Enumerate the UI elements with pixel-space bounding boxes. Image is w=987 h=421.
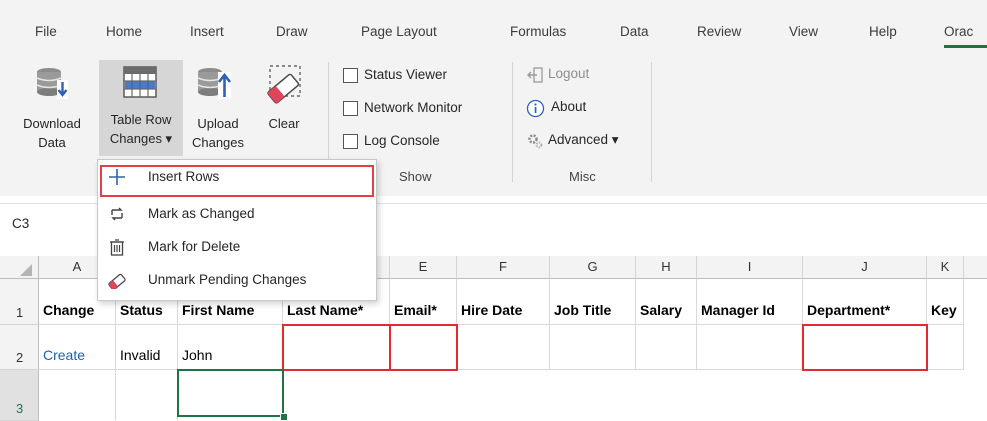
tab-help[interactable]: Help bbox=[869, 24, 897, 39]
tab-page-layout[interactable]: Page Layout bbox=[361, 24, 437, 39]
row-number: 2 bbox=[16, 350, 24, 365]
log-console-label: Log Console bbox=[364, 133, 440, 148]
row-header-1[interactable]: 1 bbox=[0, 279, 39, 325]
about-label: About bbox=[551, 99, 587, 114]
table-header-cell[interactable]: Department* bbox=[803, 279, 927, 325]
menu-item-mark-for-delete[interactable]: Mark for Delete bbox=[98, 232, 376, 262]
menu-item-insert-rows[interactable]: Insert Rows bbox=[98, 162, 376, 197]
logout-icon bbox=[527, 67, 543, 83]
table-row-label-2: Changes ▾ bbox=[109, 131, 173, 146]
tab-formulas[interactable]: Formulas bbox=[510, 24, 566, 39]
menu-item-label: Mark for Delete bbox=[148, 239, 241, 254]
change-cell[interactable]: Create bbox=[39, 325, 116, 370]
table-header-cell[interactable]: Salary bbox=[636, 279, 697, 325]
database-download-icon bbox=[36, 68, 68, 99]
tab-home[interactable]: Home bbox=[106, 24, 142, 39]
column-header-f[interactable]: F bbox=[457, 256, 550, 279]
first-name-cell[interactable]: John bbox=[178, 325, 283, 370]
logout-label: Logout bbox=[548, 66, 590, 81]
menu-item-label: Mark as Changed bbox=[148, 206, 255, 221]
hire-date-cell[interactable] bbox=[457, 325, 550, 370]
invalid-cell-highlight bbox=[802, 324, 928, 371]
eraser-icon bbox=[108, 273, 126, 289]
name-box[interactable]: C3 bbox=[12, 216, 29, 231]
column-header-k[interactable]: K bbox=[927, 256, 964, 279]
database-upload-icon bbox=[197, 68, 232, 99]
corner-triangle-icon bbox=[20, 264, 32, 276]
table-header-cell[interactable]: Email* bbox=[390, 279, 457, 325]
tab-review[interactable]: Review bbox=[697, 24, 741, 39]
upload-changes-button[interactable]: Upload Changes bbox=[186, 62, 250, 156]
download-label-1: Download bbox=[23, 116, 81, 131]
network-monitor-label: Network Monitor bbox=[364, 100, 463, 115]
grid-cell[interactable] bbox=[39, 370, 116, 420]
log-console-checkbox[interactable] bbox=[343, 134, 358, 149]
column-header-l[interactable] bbox=[964, 256, 987, 279]
table-header-cell[interactable]: Hire Date bbox=[457, 279, 550, 325]
active-tab-indicator bbox=[944, 45, 987, 48]
column-header-e[interactable]: E bbox=[390, 256, 457, 279]
table-rows-icon bbox=[123, 66, 157, 98]
row-number: 1 bbox=[16, 305, 24, 320]
logout-button[interactable]: Logout bbox=[526, 64, 626, 86]
menu-focus-highlight bbox=[100, 165, 374, 197]
row-number: 3 bbox=[16, 401, 24, 416]
tab-oracle[interactable]: Orac bbox=[944, 24, 973, 39]
column-header-j[interactable]: J bbox=[803, 256, 927, 279]
salary-cell[interactable] bbox=[636, 325, 697, 370]
download-label-2: Data bbox=[38, 135, 66, 150]
table-row-label-1: Table Row bbox=[110, 112, 172, 127]
column-header-h[interactable]: H bbox=[636, 256, 697, 279]
invalid-cell-highlight bbox=[282, 324, 391, 371]
ribbon-separator bbox=[651, 62, 652, 182]
status-cell[interactable]: Invalid bbox=[116, 325, 178, 370]
eraser-icon bbox=[267, 65, 301, 104]
table-row-changes-menu: Insert Rows Mark as Changed Mark for Del… bbox=[97, 159, 377, 301]
grid-cell[interactable] bbox=[116, 370, 178, 420]
table-header-cell[interactable]: Manager Id bbox=[697, 279, 803, 325]
column-header-g[interactable]: G bbox=[550, 256, 636, 279]
invalid-cell-highlight bbox=[389, 324, 458, 371]
ribbon-separator bbox=[512, 62, 513, 182]
about-button[interactable]: About bbox=[526, 97, 626, 119]
row-header-2[interactable]: 2 bbox=[0, 325, 39, 370]
clear-button[interactable]: Clear bbox=[252, 62, 316, 156]
key-cell[interactable] bbox=[927, 325, 964, 370]
table-header-cell[interactable]: Job Title bbox=[550, 279, 636, 325]
upload-label-1: Upload bbox=[197, 116, 239, 131]
tab-data[interactable]: Data bbox=[620, 24, 649, 39]
table-header-cell[interactable]: Key bbox=[927, 279, 964, 325]
select-all-corner[interactable] bbox=[0, 256, 39, 279]
manager-id-cell[interactable] bbox=[697, 325, 803, 370]
show-group-label: Show bbox=[399, 169, 432, 184]
selected-cell[interactable] bbox=[177, 369, 284, 417]
gear-icon bbox=[528, 134, 543, 149]
menu-item-unmark-pending-changes[interactable]: Unmark Pending Changes bbox=[98, 265, 376, 295]
tab-file[interactable]: File bbox=[35, 24, 57, 39]
row-header-3[interactable]: 3 bbox=[0, 370, 39, 421]
tab-view[interactable]: View bbox=[789, 24, 818, 39]
column-header-i[interactable]: I bbox=[697, 256, 803, 279]
upload-label-2: Changes bbox=[191, 135, 245, 150]
info-icon bbox=[526, 99, 545, 118]
trash-icon bbox=[110, 239, 124, 256]
status-viewer-label: Status Viewer bbox=[364, 67, 448, 82]
job-title-cell[interactable] bbox=[550, 325, 636, 370]
menu-item-mark-as-changed[interactable]: Mark as Changed bbox=[98, 199, 376, 229]
clear-label: Clear bbox=[268, 116, 300, 131]
advanced-label: Advanced ▾ bbox=[548, 132, 619, 147]
download-data-button[interactable]: Download Data bbox=[14, 62, 90, 156]
status-viewer-checkbox[interactable] bbox=[343, 68, 358, 83]
tab-insert[interactable]: Insert bbox=[190, 24, 224, 39]
misc-group-label: Misc bbox=[569, 169, 596, 184]
tab-draw[interactable]: Draw bbox=[276, 24, 308, 39]
network-monitor-checkbox[interactable] bbox=[343, 101, 358, 116]
refresh-icon bbox=[111, 207, 123, 221]
table-row-changes-button[interactable]: Table Row Changes ▾ bbox=[99, 60, 183, 156]
menu-item-label: Unmark Pending Changes bbox=[148, 272, 307, 287]
advanced-button[interactable]: Advanced ▾ bbox=[526, 130, 646, 152]
